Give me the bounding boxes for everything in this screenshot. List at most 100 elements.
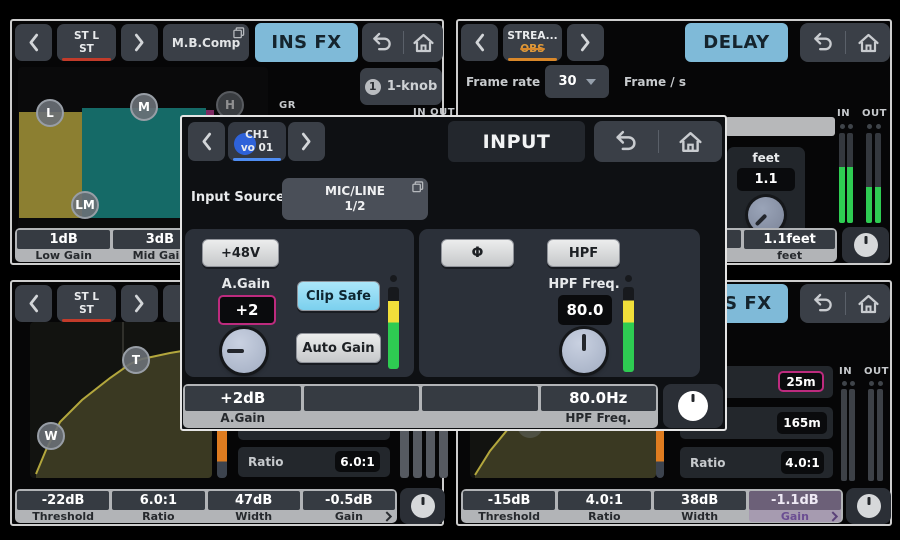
prev-channel-button[interactable] bbox=[15, 285, 52, 322]
param-cell-lowgain[interactable]: 1dB Low Gain bbox=[17, 230, 110, 261]
phase-button[interactable]: Φ bbox=[441, 239, 514, 267]
param-label bbox=[304, 411, 420, 426]
param-cell[interactable] bbox=[422, 386, 538, 427]
undo-icon[interactable] bbox=[613, 130, 639, 153]
divider bbox=[403, 31, 404, 54]
param-cell-gain-selected[interactable]: -1.1dB Gain bbox=[749, 491, 841, 522]
handle-threshold[interactable]: T bbox=[122, 346, 150, 374]
next-channel-button[interactable] bbox=[121, 285, 158, 322]
undo-icon[interactable] bbox=[370, 32, 394, 53]
home-icon[interactable] bbox=[412, 33, 435, 53]
param-label: Ratio bbox=[558, 510, 650, 523]
prev-channel-button[interactable] bbox=[461, 24, 498, 61]
param-cell-feet[interactable]: 1.1feet feet bbox=[744, 230, 835, 261]
chevron-left-icon bbox=[28, 294, 39, 313]
param-cell[interactable] bbox=[304, 386, 420, 427]
channel-select-button[interactable]: ST L ST bbox=[57, 24, 116, 61]
ratio-row: Ratio 6.0:1 bbox=[238, 447, 390, 477]
meter-dot bbox=[848, 124, 853, 129]
param-cell-hpf-freq[interactable]: 80.0Hz HPF Freq. bbox=[541, 386, 657, 427]
input-source-button[interactable]: MIC/LINE 1/2 bbox=[282, 178, 428, 220]
channel-select-button[interactable]: STREA... OBS bbox=[503, 24, 562, 61]
gr-label: GR bbox=[279, 100, 296, 111]
param-strip: +2dB A.Gain 80.0Hz HPF Freq. bbox=[183, 384, 658, 428]
touch-and-turn-knob-button[interactable] bbox=[846, 488, 891, 524]
knob-icon bbox=[854, 233, 878, 257]
param-cell-width[interactable]: 38dB Width bbox=[654, 491, 746, 522]
handle-low[interactable]: L bbox=[36, 99, 64, 127]
param-value: -1.1dB bbox=[749, 491, 841, 510]
hpf-button[interactable]: HPF bbox=[547, 239, 620, 267]
handle-mid[interactable]: M bbox=[130, 93, 158, 121]
param-label: Threshold bbox=[463, 510, 555, 523]
attack-value[interactable]: 25m bbox=[778, 371, 824, 392]
channel-color-underline bbox=[233, 158, 281, 161]
input-source-line1: MIC/LINE bbox=[325, 184, 385, 199]
chevron-right-icon bbox=[134, 33, 145, 52]
param-label: Low Gain bbox=[17, 249, 110, 262]
param-label-row: Gain bbox=[749, 510, 841, 523]
prev-channel-button[interactable] bbox=[15, 24, 52, 61]
ratio-value[interactable]: 4.0:1 bbox=[781, 451, 824, 474]
channel-select-button[interactable]: CH1 vo 01 bbox=[228, 122, 286, 161]
home-icon[interactable] bbox=[678, 131, 703, 153]
popup-title-tab: INPUT bbox=[448, 121, 585, 162]
input-popup: CH1 vo 01 INPUT Input Source MIC/LINE 1/… bbox=[180, 115, 727, 431]
prev-channel-button[interactable] bbox=[188, 122, 225, 161]
channel-sub: OBS bbox=[520, 43, 545, 56]
param-label: Width bbox=[654, 510, 746, 523]
next-channel-button[interactable] bbox=[121, 24, 158, 61]
home-icon[interactable] bbox=[857, 294, 880, 314]
handle-lowmid-label: LM bbox=[75, 198, 95, 212]
param-cell-threshold[interactable]: -15dB Threshold bbox=[463, 491, 555, 522]
param-cell-ratio[interactable]: 4.0:1 Ratio bbox=[558, 491, 650, 522]
param-cell-again[interactable]: +2dB A.Gain bbox=[185, 386, 301, 427]
popup-title: INPUT bbox=[483, 131, 551, 153]
param-cell-ratio[interactable]: 6.0:1 Ratio bbox=[112, 491, 204, 522]
release-value[interactable]: 165m bbox=[777, 412, 827, 434]
page-title-tab[interactable]: DELAY bbox=[685, 23, 788, 62]
hpf-knob[interactable] bbox=[562, 329, 606, 373]
phase-label: Φ bbox=[472, 245, 484, 261]
feet-value[interactable]: 1.1 bbox=[737, 168, 795, 191]
undo-icon[interactable] bbox=[811, 293, 835, 314]
page-title-tab[interactable]: INS FX bbox=[255, 23, 358, 62]
undo-icon[interactable] bbox=[811, 32, 835, 53]
channel-select-button[interactable]: ST L ST bbox=[57, 285, 116, 322]
touch-and-turn-knob-button[interactable] bbox=[400, 488, 445, 524]
param-label: Ratio bbox=[112, 510, 204, 523]
again-value[interactable]: +2 bbox=[218, 295, 276, 325]
frame-rate-dropdown[interactable]: 30 bbox=[545, 65, 609, 98]
hpf-freq-value[interactable]: 80.0 bbox=[558, 295, 612, 325]
feet-label: feet bbox=[727, 151, 805, 165]
ratio-value[interactable]: 6.0:1 bbox=[335, 451, 380, 472]
knob-icon bbox=[411, 494, 435, 518]
param-value: 1dB bbox=[17, 230, 110, 249]
auto-gain-button[interactable]: Auto Gain bbox=[296, 333, 381, 363]
clip-safe-button[interactable]: Clip Safe bbox=[297, 281, 380, 311]
hpf-label: HPF bbox=[569, 246, 598, 261]
channel-color-underline bbox=[62, 58, 111, 61]
handle-lowmid[interactable]: LM bbox=[71, 191, 99, 219]
param-cell-gain[interactable]: -0.5dB Gain bbox=[303, 491, 395, 522]
one-knob-button[interactable]: 1 1-knob bbox=[360, 68, 442, 105]
handle-width[interactable]: W bbox=[37, 422, 65, 450]
meter-dot bbox=[878, 381, 883, 386]
meter-dot bbox=[867, 124, 872, 129]
phantom-48v-button[interactable]: +48V bbox=[202, 239, 279, 267]
ratio-label: Ratio bbox=[248, 455, 283, 469]
param-cell-threshold[interactable]: -22dB Threshold bbox=[17, 491, 109, 522]
again-knob[interactable] bbox=[222, 329, 266, 373]
param-label: feet bbox=[744, 249, 835, 262]
again-label: A.Gain bbox=[215, 277, 277, 292]
next-channel-button[interactable] bbox=[288, 122, 325, 161]
touch-and-turn-knob-button[interactable] bbox=[663, 384, 723, 428]
effect-select-button[interactable]: M.B.Comp bbox=[163, 24, 249, 61]
out-label: OUT bbox=[864, 366, 889, 377]
channel-color-underline bbox=[508, 58, 557, 61]
touch-and-turn-knob-button[interactable] bbox=[842, 227, 889, 263]
home-icon[interactable] bbox=[857, 33, 880, 53]
param-cell-width[interactable]: 47dB Width bbox=[208, 491, 300, 522]
param-label: HPF Freq. bbox=[541, 411, 657, 426]
next-channel-button[interactable] bbox=[567, 24, 604, 61]
